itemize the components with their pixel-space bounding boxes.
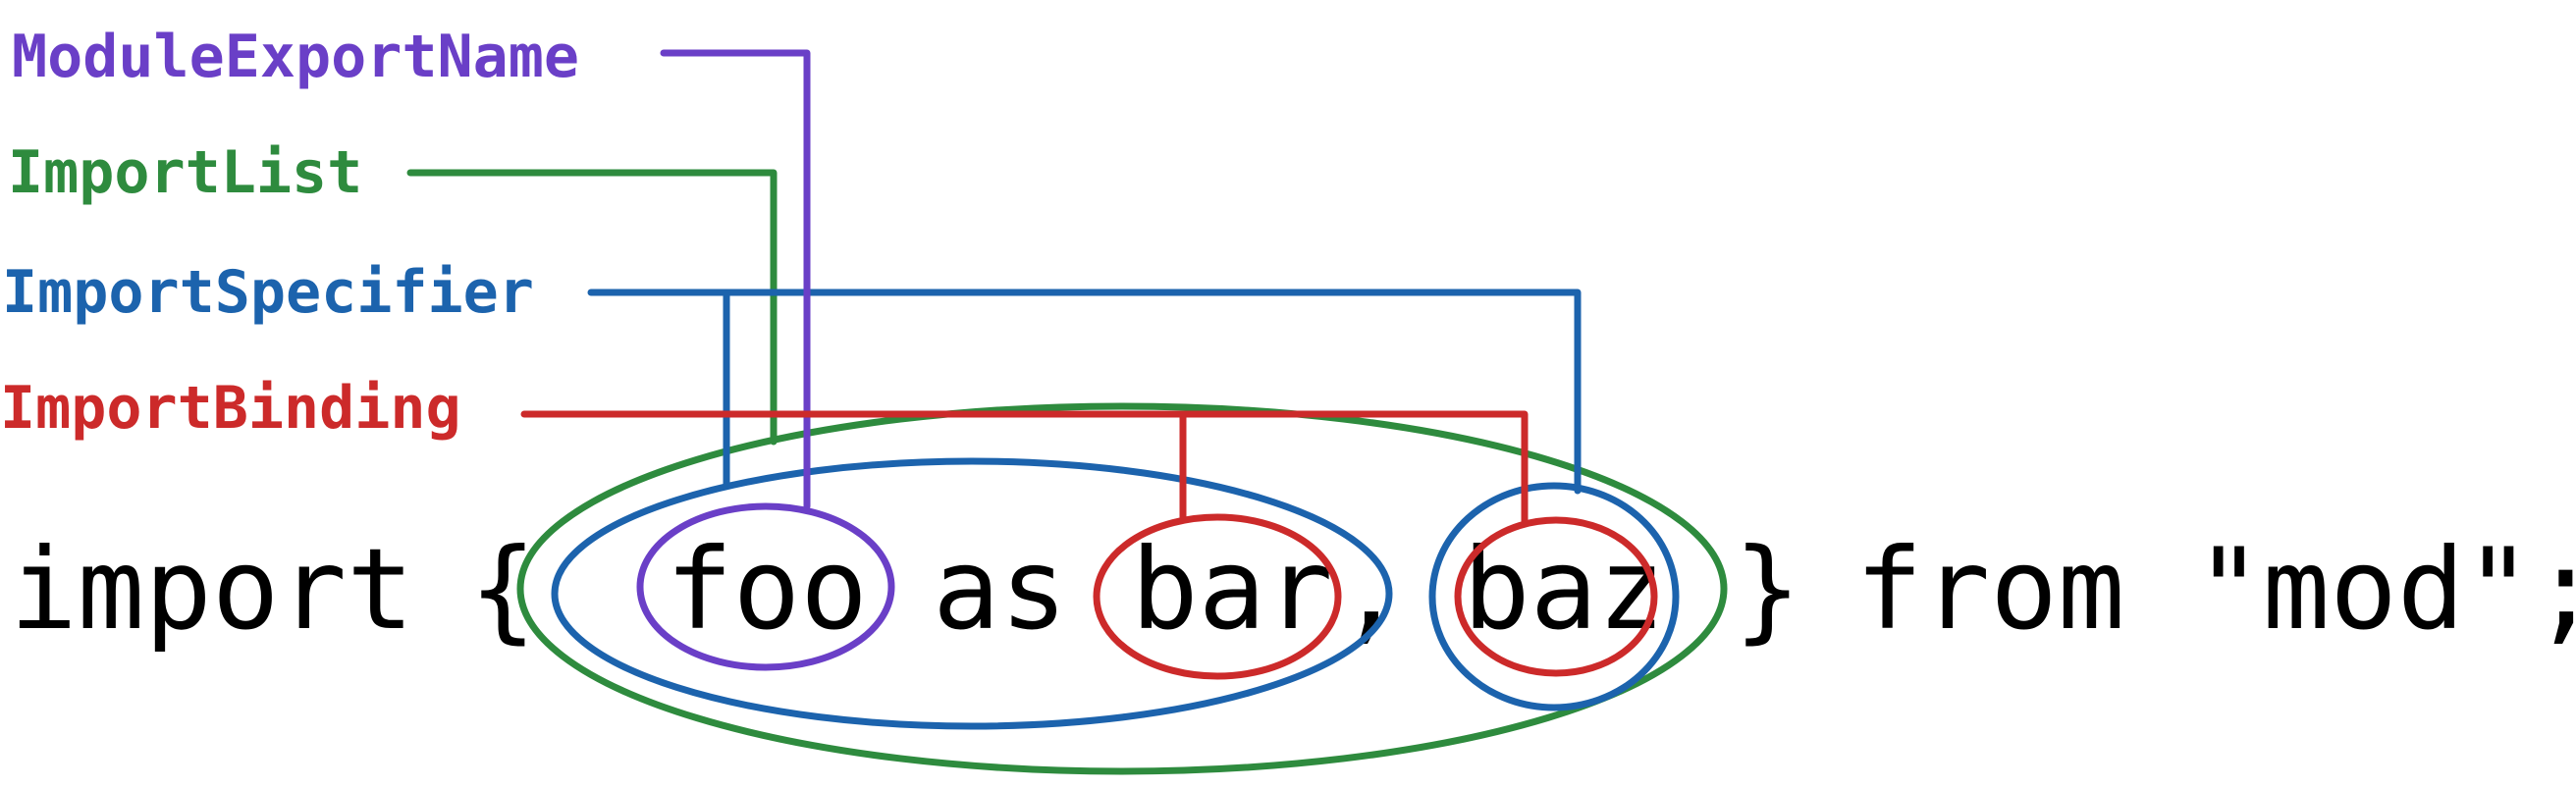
label-module-export-name: ModuleExportName	[12, 23, 579, 91]
code-as-keyword: as	[933, 524, 1067, 655]
code-import-keyword: import	[10, 524, 414, 655]
import-specifier-connector	[587, 289, 1582, 495]
code-right-brace: }	[1734, 524, 1801, 655]
label-import-specifier: ImportSpecifier	[2, 258, 534, 327]
code-foo: foo	[666, 524, 868, 655]
code-left-brace: {	[469, 524, 537, 655]
label-import-list: ImportList	[8, 138, 362, 207]
code-from-keyword: from	[1855, 524, 2125, 655]
code-baz: baz	[1463, 524, 1665, 655]
label-import-binding: ImportBinding	[0, 374, 461, 443]
import-syntax-diagram: ModuleExportName ImportList ImportSpecif…	[0, 23, 2576, 775]
code-module-string: "mod";	[2195, 524, 2576, 655]
